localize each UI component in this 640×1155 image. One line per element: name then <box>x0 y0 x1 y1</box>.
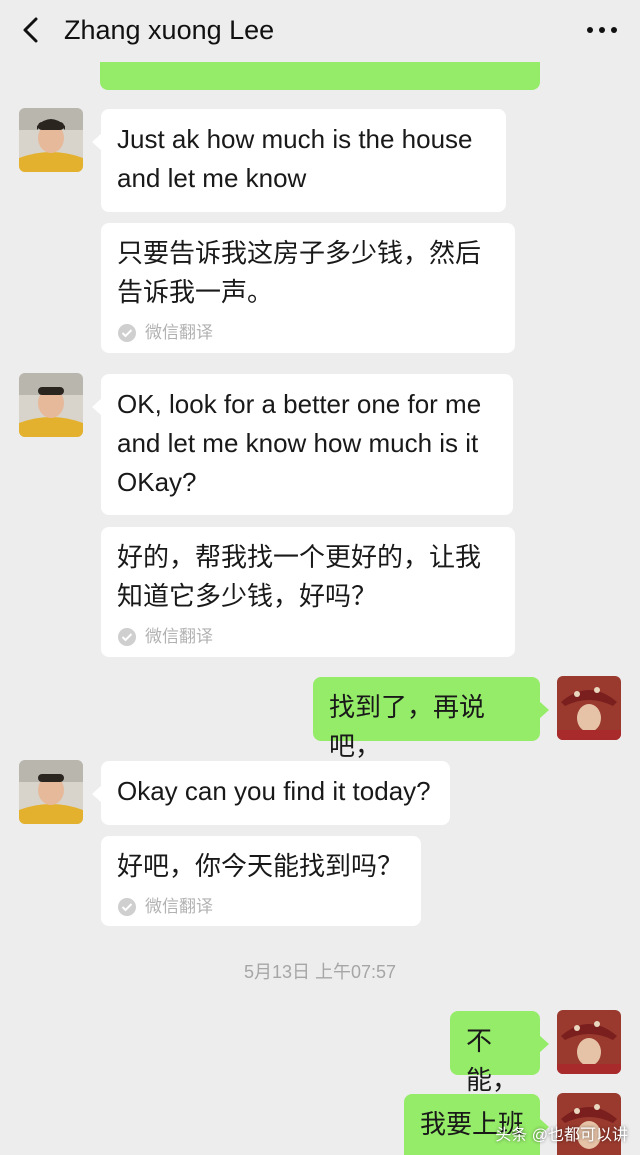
translation-bubble[interactable]: 好的，帮我找一个更好的，让我知道它多少钱，好吗？ 微信翻译 <box>101 527 515 657</box>
contact-avatar[interactable] <box>19 108 83 172</box>
message-bubble[interactable]: OK, look for a better one for me and let… <box>92 374 513 515</box>
contact-avatar[interactable] <box>19 373 83 437</box>
watermark: 头条 @也都可以讲 <box>495 1127 628 1144</box>
my-avatar[interactable] <box>557 676 621 740</box>
translation-text: 好的，帮我找一个更好的，让我知道它多少钱，好吗？ <box>117 542 482 611</box>
more-dots-icon[interactable] <box>584 18 620 42</box>
chevron-left-icon[interactable] <box>16 14 48 46</box>
contact-avatar[interactable] <box>19 760 83 824</box>
translation-text: 好吧，你今天能找到吗？ <box>117 851 404 881</box>
message-text: Okay can you find it today? <box>117 776 431 806</box>
chat-timestamp: 5月13日 上午07:57 <box>243 962 397 982</box>
message-text: OK, look for a better one for me and let… <box>117 389 482 497</box>
check-circle-icon <box>118 898 136 916</box>
contact-avatar-image <box>19 760 83 824</box>
chat-title: Zhang xuong Lee <box>64 15 275 45</box>
translation-bubble[interactable]: 只要告诉我这房子多少钱，然后告诉我一声。 微信翻译 <box>101 223 515 353</box>
translation-label: 微信翻译 <box>101 626 515 660</box>
my-avatar[interactable] <box>557 1010 621 1074</box>
message-bubble[interactable]: Just ak how much is the house and let me… <box>92 109 506 212</box>
my-avatar-image <box>557 1010 621 1074</box>
translation-label: 微信翻译 <box>101 896 421 930</box>
message-bubble[interactable]: Okay can you find it today? <box>92 761 450 825</box>
message-text: Just ak how much is the house and let me… <box>117 124 473 193</box>
contact-avatar-image <box>19 373 83 437</box>
translation-label-text: 微信翻译 <box>145 627 213 646</box>
check-circle-icon <box>118 324 136 342</box>
my-message-bubble[interactable]: 找到了，再说吧， <box>313 677 549 761</box>
translation-bubble[interactable]: 好吧，你今天能找到吗？ 微信翻译 <box>101 836 421 926</box>
translation-label-text: 微信翻译 <box>145 323 213 342</box>
translation-label-text: 微信翻译 <box>145 897 213 916</box>
translation-text: 只要告诉我这房子多少钱，然后告诉我一声。 <box>117 238 482 307</box>
partial-message-bubble[interactable] <box>100 62 540 90</box>
check-circle-icon <box>118 628 136 646</box>
translation-label: 微信翻译 <box>101 322 515 356</box>
chat-header: Zhang xuong Lee <box>0 0 640 62</box>
my-message-bubble[interactable]: 不能， <box>450 1011 549 1095</box>
my-avatar-image <box>557 676 621 740</box>
contact-avatar-image <box>19 108 83 172</box>
